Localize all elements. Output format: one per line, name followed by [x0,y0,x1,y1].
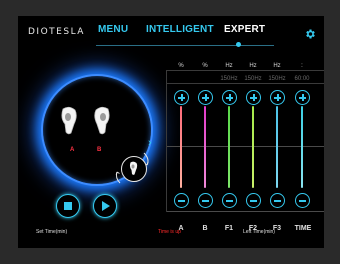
minus-icon [247,194,260,207]
decrease-time-button[interactable] [295,193,310,208]
plus-icon [247,91,260,104]
decrease-a-button[interactable] [174,193,189,208]
decrease-b-button[interactable] [198,193,213,208]
top-bar: DIOTESLA MENU INTELLIGENT EXPERT [18,16,324,47]
col-value-f2: 150Hz [244,76,262,82]
chevron-right-icon[interactable]: › [148,137,152,149]
col-unit-f1: Hz [225,63,233,69]
minus-icon [271,194,284,207]
minus-icon [296,194,309,207]
play-button[interactable] [93,194,117,218]
col-label-b: B [202,225,208,232]
increase-b-button[interactable] [198,90,213,105]
stop-icon [64,202,72,210]
col-unit-time: : [301,63,303,69]
col-unit-a: % [178,63,184,69]
decrease-f3-button[interactable] [270,193,285,208]
decrease-f1-button[interactable] [222,193,237,208]
slider-f1-track[interactable] [228,106,230,188]
grid-line [166,83,324,84]
slider-a-track[interactable] [180,106,182,188]
grid-line [166,70,167,212]
time-up-status: Time is up [158,229,181,235]
plus-icon [175,91,188,104]
increase-f3-button[interactable] [270,90,285,105]
left-time-label: Left Time(min) [243,229,275,235]
col-label-f1: F1 [224,225,234,232]
plus-icon [199,91,212,104]
col-unit-f3: Hz [273,63,281,69]
col-label-time: TIME [294,225,312,232]
plus-icon [223,91,236,104]
col-unit-f2: Hz [249,63,257,69]
slider-b-track[interactable] [204,106,206,188]
col-value-f1: 150Hz [220,76,238,82]
slider-f3-track[interactable] [276,106,278,188]
nav-indicator-line [96,45,274,46]
grid-line [166,211,324,212]
mini-device-button[interactable] [121,156,147,182]
col-unit-b: % [202,63,208,69]
tab-expert[interactable]: EXPERT [224,24,265,35]
play-icon [102,201,110,211]
slider-f2-track[interactable] [252,106,254,188]
earbud-left-icon [61,106,77,135]
increase-f2-button[interactable] [246,90,261,105]
increase-f1-button[interactable] [222,90,237,105]
device-screen: DIOTESLA MENU INTELLIGENT EXPERT A B › %… [18,16,324,248]
set-time-label: Set Time(min) [36,229,68,235]
minus-icon [199,194,212,207]
plus-icon [296,91,309,104]
grid-line [166,70,324,71]
brand-logo: DIOTESLA [28,27,85,37]
channel-label-a: A [70,147,75,153]
earbud-right-icon [94,106,110,135]
increase-time-button[interactable] [295,90,310,105]
earbud-mini-icon [129,161,138,175]
stop-button[interactable] [56,194,80,218]
nav-active-dot [236,42,241,47]
minus-icon [175,194,188,207]
tab-intelligent[interactable]: INTELLIGENT [146,24,214,35]
col-value-f3: 150Hz [268,76,286,82]
minus-icon [223,194,236,207]
gear-icon[interactable] [304,28,316,40]
plus-icon [271,91,284,104]
slider-time-track[interactable] [301,106,303,188]
decrease-f2-button[interactable] [246,193,261,208]
increase-a-button[interactable] [174,90,189,105]
col-value-time: 60:00 [294,76,310,82]
tab-menu[interactable]: MENU [98,24,128,35]
channel-label-b: B [97,147,102,153]
